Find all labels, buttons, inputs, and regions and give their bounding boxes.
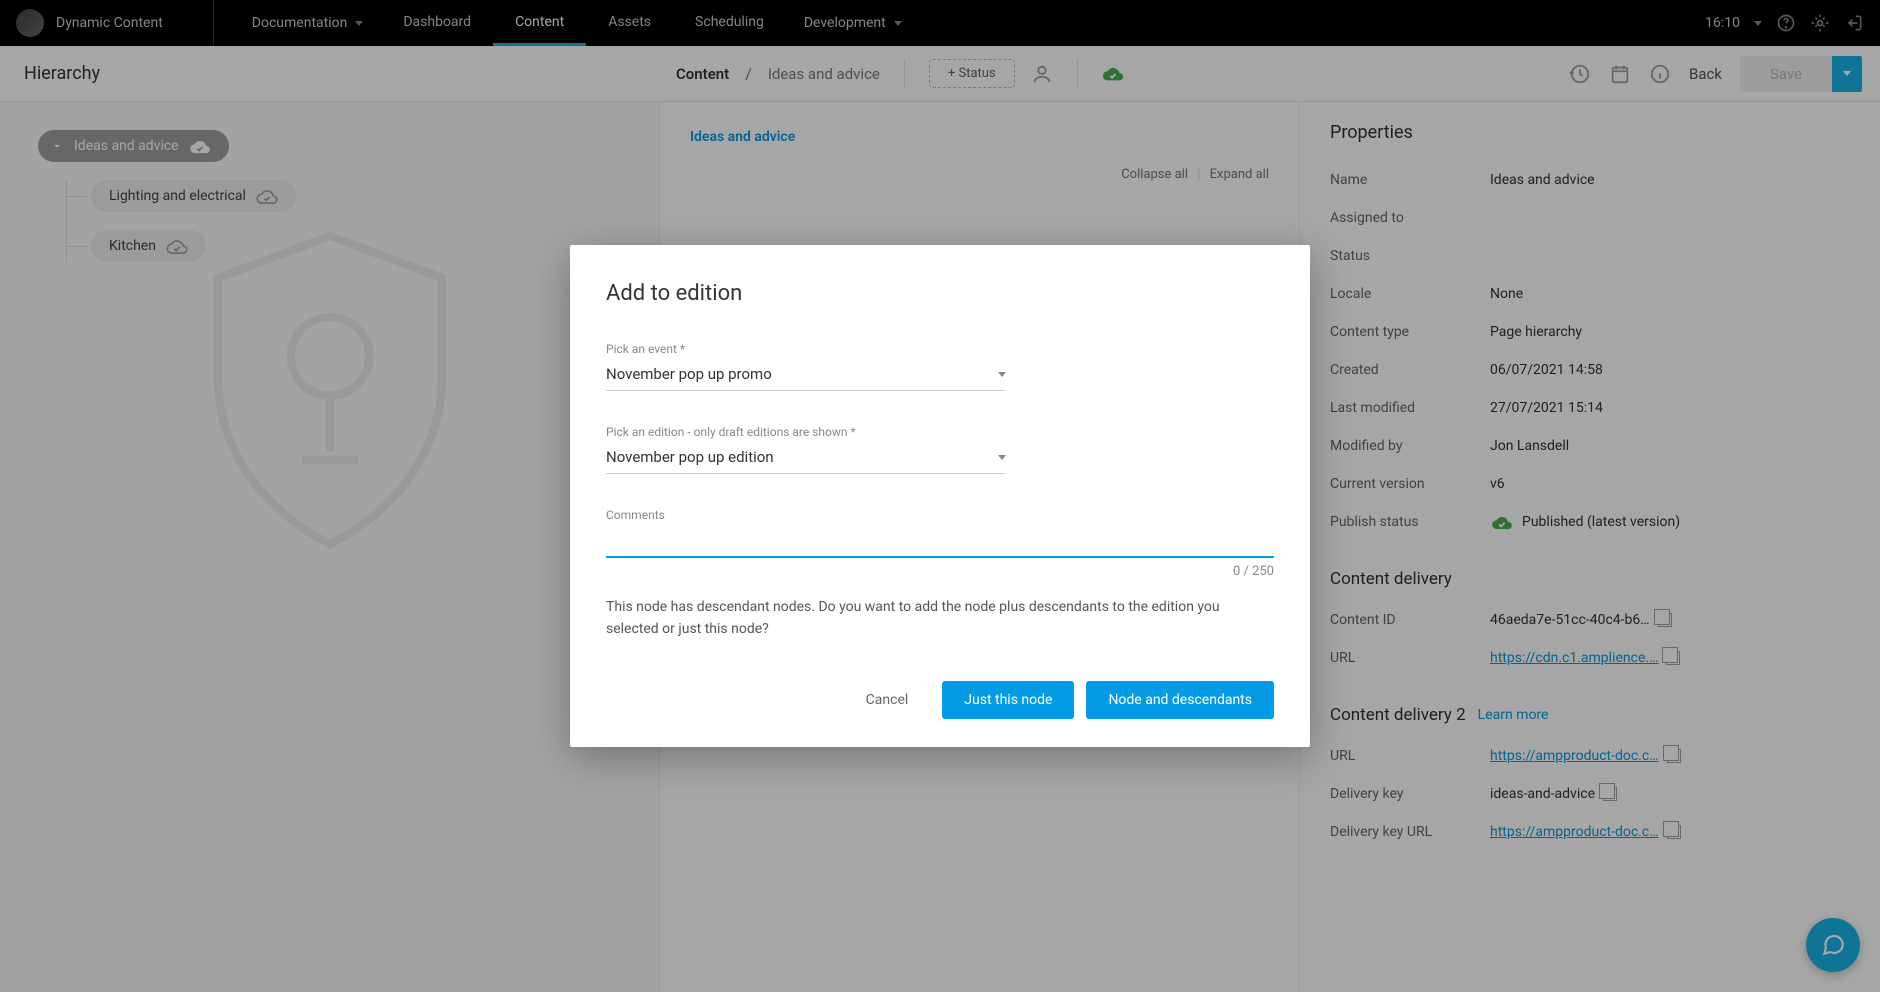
- chevron-down-icon: [998, 372, 1006, 377]
- comments-counter: 0 / 250: [606, 564, 1274, 579]
- modal-overlay: Add to edition Pick an event * November …: [0, 0, 1880, 992]
- edition-select-value: November pop up edition: [606, 448, 774, 466]
- chevron-down-icon: [998, 455, 1006, 460]
- modal-title: Add to edition: [606, 281, 1274, 306]
- cancel-button[interactable]: Cancel: [844, 681, 931, 719]
- event-select-value: November pop up promo: [606, 365, 772, 383]
- modal-body-text: This node has descendant nodes. Do you w…: [606, 597, 1274, 640]
- edition-field-label: Pick an edition - only draft editions ar…: [606, 425, 1274, 439]
- node-and-descendants-button[interactable]: Node and descendants: [1086, 681, 1274, 719]
- edition-select[interactable]: November pop up edition: [606, 441, 1006, 474]
- event-field-label: Pick an event *: [606, 342, 1274, 356]
- just-this-node-button[interactable]: Just this node: [942, 681, 1074, 719]
- comments-input[interactable]: [606, 524, 1274, 558]
- event-select[interactable]: November pop up promo: [606, 358, 1006, 391]
- comments-field-label: Comments: [606, 508, 1274, 522]
- add-to-edition-modal: Add to edition Pick an event * November …: [570, 245, 1310, 746]
